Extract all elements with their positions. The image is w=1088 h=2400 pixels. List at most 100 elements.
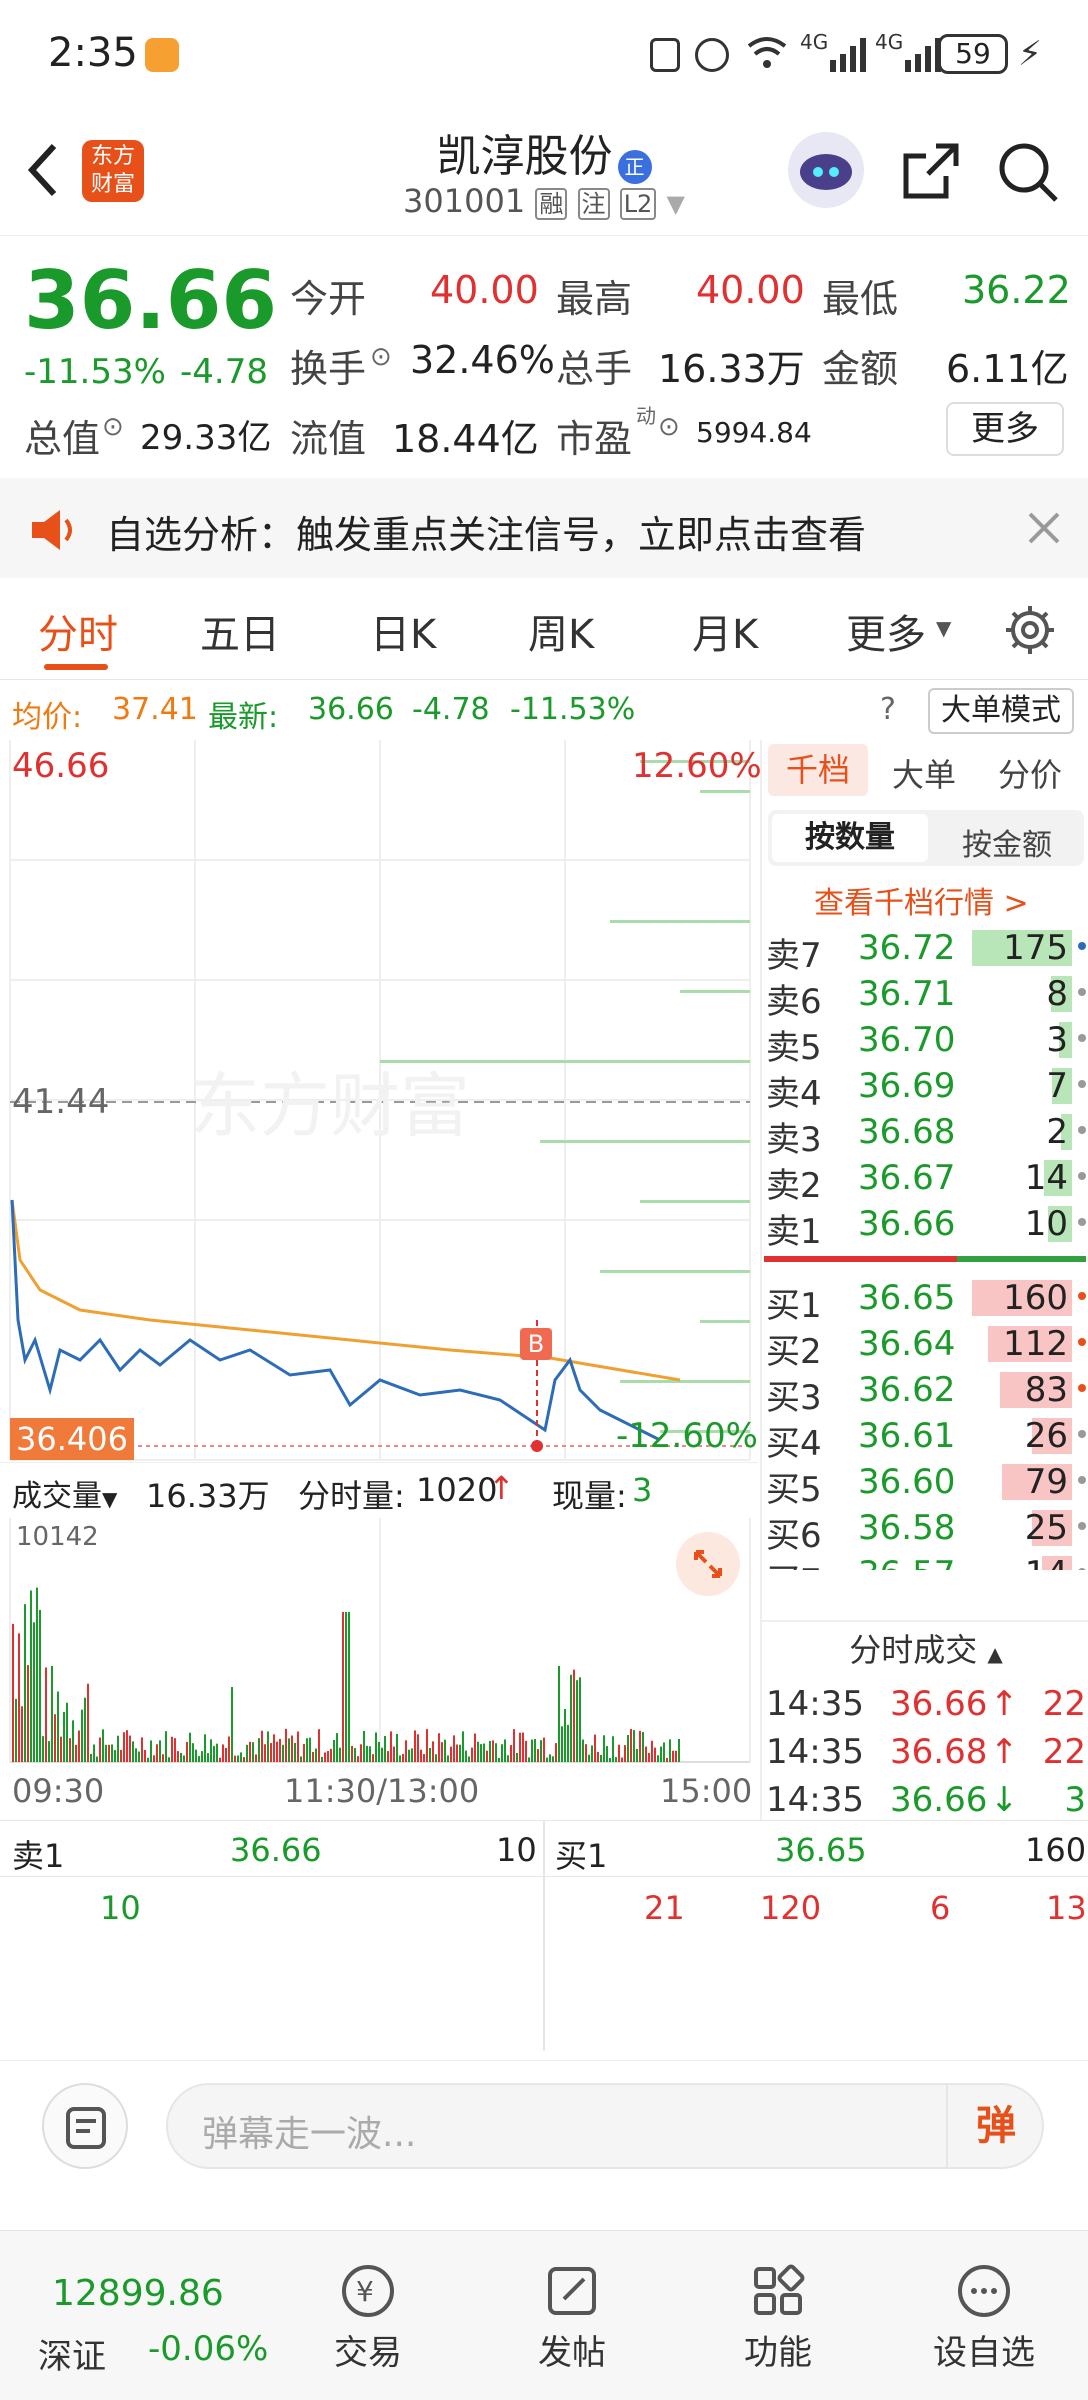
side-tab-price-split[interactable]: 分价 (998, 750, 1062, 796)
side-sub-by-amount[interactable]: 按金额 (962, 820, 1052, 864)
bid-row[interactable]: 买3 36.62 83 (762, 1366, 1088, 1418)
ask-row[interactable]: 卖6 36.71 8 (762, 970, 1088, 1022)
notice-banner[interactable]: 自选分析：触发重点关注信号，立即点击查看 (0, 478, 1088, 578)
comment-input[interactable]: 弹幕走一波... 弹 (166, 2083, 1044, 2169)
level-dot (1078, 1384, 1086, 1392)
tab-weekly-k[interactable]: 周K (528, 602, 594, 660)
bid-row[interactable]: 买1 36.65 160 (762, 1274, 1088, 1326)
ask-row[interactable]: 卖4 36.69 7 (762, 1062, 1088, 1114)
volume-bar (603, 1735, 605, 1762)
index-widget[interactable]: 12899.86 深证 -0.06% (30, 2251, 280, 2381)
side-tab-depth[interactable]: 千档 (768, 744, 868, 796)
volume-bar (555, 1743, 557, 1762)
open-value: 40.00 (430, 268, 539, 312)
volume-bar (360, 1744, 362, 1762)
volume-bar (408, 1749, 410, 1762)
buy-marker[interactable]: B (520, 1328, 552, 1360)
signal-2-icon (903, 36, 943, 76)
bid-row[interactable]: 买7 36.57 14 (762, 1550, 1088, 1570)
volume-max: 10142 (16, 1522, 99, 1552)
trade-direction: ↓ (990, 1780, 1019, 1820)
volume-bar (294, 1742, 296, 1762)
side-sub-by-quantity[interactable]: 按数量 (772, 814, 928, 862)
volume-bar (249, 1741, 251, 1762)
tab-daily-k[interactable]: 日K (370, 602, 436, 660)
expand-icon[interactable] (676, 1532, 740, 1596)
tab-more[interactable]: 更多 (846, 602, 926, 660)
nav-add-watchlist[interactable]: 设自选 (914, 2261, 1054, 2381)
nav-post[interactable]: 发帖 (502, 2261, 642, 2381)
send-danmaku-button[interactable]: 弹 (946, 2085, 1044, 2167)
volume-bar (531, 1739, 533, 1762)
trade-time: 14:35 (766, 1732, 864, 1772)
volume-bar (84, 1697, 86, 1762)
level-price: 36.61 (858, 1416, 956, 1456)
big-order-mode-label: 大单模式 (941, 693, 1061, 728)
close-icon[interactable] (1026, 510, 1062, 550)
search-icon[interactable] (996, 140, 1062, 210)
more-button-label: 更多 (971, 409, 1039, 449)
last-price-label: 最新: (208, 700, 279, 735)
tab-more-dropdown-icon[interactable]: ▼ (936, 616, 951, 640)
volume-chart[interactable]: 10142 09:30 11:30/13:00 15:00 (0, 1518, 758, 1810)
tab-monthly-k[interactable]: 月K (692, 602, 758, 660)
side-tab-big-order[interactable]: 大单 (892, 750, 956, 796)
help-icon[interactable]: ? (880, 692, 896, 727)
tab-five-day[interactable]: 五日 (200, 602, 280, 660)
intraday-chart[interactable]: 东方财富 46.66 12.60% 41.44 36.406 -12.60% B (0, 740, 762, 1480)
level-qty: 10 (1024, 1204, 1068, 1244)
trade-direction: ↑ (990, 1684, 1019, 1724)
volume-bar (12, 1623, 14, 1762)
ask-row[interactable]: 卖5 36.70 3 (762, 1016, 1088, 1068)
tab-intraday[interactable]: 分时 (38, 602, 118, 660)
share-icon[interactable] (900, 140, 962, 206)
settings-icon[interactable] (1004, 604, 1056, 660)
volume-bar (147, 1757, 149, 1762)
volume-bar (201, 1751, 203, 1762)
volume-bar (345, 1612, 347, 1762)
note-icon[interactable] (42, 2083, 128, 2169)
order-summary: 卖1 36.66 10 买1 36.65 160 10 21 120 6 13 (0, 1820, 1088, 2051)
current-price: 36.66 (24, 254, 278, 347)
more-button[interactable]: 更多 (946, 402, 1064, 456)
volume-bar (108, 1744, 110, 1762)
level-price: 36.60 (858, 1462, 956, 1502)
bid-row[interactable]: 买5 36.60 79 (762, 1458, 1088, 1510)
big-order-mode-button[interactable]: 大单模式 (928, 688, 1074, 734)
current-volume-value: 3 (632, 1471, 653, 1509)
volume-value: 16.33万 (658, 347, 805, 391)
ask-row[interactable]: 卖3 36.68 2 (762, 1108, 1088, 1160)
volume-bar (495, 1743, 497, 1762)
robot-assistant-icon[interactable] (788, 132, 864, 208)
alarm-icon (695, 38, 729, 72)
level-qty: 3 (1046, 1020, 1068, 1060)
volume-bar (489, 1740, 491, 1762)
volume-bar (453, 1735, 455, 1762)
nav-trade[interactable]: ¥ 交易 (298, 2261, 438, 2381)
pe-info-icon[interactable]: ⊙ (658, 412, 680, 442)
volume-bar (537, 1749, 539, 1762)
trades-header[interactable]: 分时成交 ▲ (762, 1620, 1088, 1676)
pe-value: 5994.84 (696, 416, 812, 449)
volume-bar (165, 1731, 167, 1762)
bid-row[interactable]: 买2 36.64 112 (762, 1320, 1088, 1372)
summary-ask-price: 36.66 (230, 1831, 322, 1869)
ask-row[interactable]: 卖2 36.67 14 (762, 1154, 1088, 1206)
buy-marker-label: B (527, 1330, 545, 1358)
turnover-info-icon[interactable]: ⊙ (370, 342, 392, 372)
volume-bar (210, 1739, 212, 1762)
volume-indicator-select[interactable]: 成交量▼ (12, 1471, 117, 1515)
market-cap-info-icon[interactable]: ⊙ (102, 412, 124, 442)
ask-row[interactable]: 卖7 36.72 175 (762, 924, 1088, 976)
volume-bar (57, 1691, 59, 1762)
volume-bar (561, 1726, 563, 1762)
volume-bar (663, 1742, 665, 1762)
nav-function[interactable]: 功能 (708, 2261, 848, 2381)
bid-row[interactable]: 买6 36.58 25 (762, 1504, 1088, 1556)
ask-row[interactable]: 卖1 36.66 10 (762, 1200, 1088, 1252)
depth-link[interactable]: 查看千档行情 > (814, 878, 1029, 922)
level-qty: 26 (1024, 1416, 1068, 1456)
bid-row[interactable]: 买4 36.61 26 (762, 1412, 1088, 1464)
dropdown-icon[interactable]: ▼ (667, 190, 685, 218)
level-price: 36.70 (858, 1020, 956, 1060)
